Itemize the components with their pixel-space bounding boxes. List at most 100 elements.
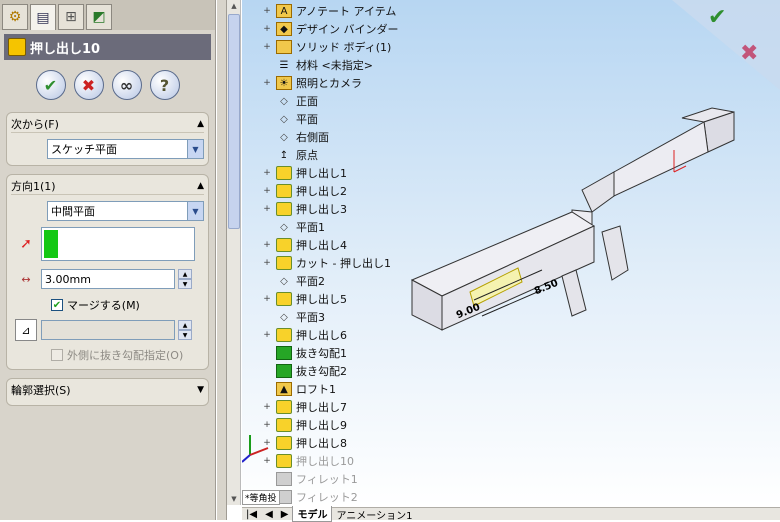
expand-icon[interactable]: + [262,42,272,52]
feature-title: 押し出し10 [30,41,101,57]
tree-item[interactable]: ◇ 平面3 [262,308,325,326]
end-condition-select[interactable]: 中間平面 ▼ [47,201,204,221]
tree-item[interactable]: ◇ 右側面 [262,128,329,146]
chevron-down-icon[interactable]: ▼ [187,202,203,220]
expand-down-icon[interactable]: ▼ [197,385,204,395]
expand-icon[interactable]: + [262,78,272,88]
tree-item[interactable]: ▲ ロフト1 [262,380,336,398]
scroll-down-icon[interactable]: ▼ [227,493,241,505]
nav-first-icon[interactable]: |◀ [242,509,261,520]
configuration-manager-tab[interactable]: ⊞ [58,4,84,30]
spin-up-icon[interactable]: ▲ [178,269,192,279]
checkmark-icon[interactable]: ✔ [51,299,63,311]
tree-item[interactable]: 抜き勾配2 [262,362,347,380]
extrude-icon [276,184,292,198]
tree-item-label: 押し出し10 [296,455,354,468]
tree-item[interactable]: + 押し出し5 [262,290,347,308]
draft-icon [276,346,292,360]
feature-tree-icon: ⚙ [8,9,22,25]
expand-icon[interactable]: + [262,420,272,430]
tree-item[interactable]: + 押し出し8 [262,434,347,452]
depth-input[interactable]: 3.00mm [41,269,175,289]
tree-item[interactable]: + 押し出し2 [262,182,347,200]
from-select-value: スケッチ平面 [51,143,117,156]
tree-item-label: カット - 押し出し1 [296,257,391,270]
tree-item[interactable]: ◇ 平面1 [262,218,325,236]
depth-value: 3.00mm [45,272,91,286]
scroll-up-icon[interactable]: ▲ [227,0,241,12]
merge-checkbox[interactable]: ✔ マージする(M) [51,297,204,313]
tree-item[interactable]: + ◆ デザイン バインダー [262,20,399,38]
tab-animation1[interactable]: アニメーション1 [332,507,416,522]
tree-item[interactable]: + カット - 押し出し1 [262,254,391,272]
tree-item-label: 押し出し6 [296,329,347,342]
direction1-group: 方向1(1) ▲ 中間平面 ▼ ➚ ↔ 3.00mm ▲ ▼ ✔ マージする(M… [6,174,209,370]
tree-item[interactable]: + 押し出し4 [262,236,347,254]
expand-icon[interactable]: + [262,168,272,178]
depth-spinner[interactable]: ▲ ▼ [178,269,192,289]
scroll-thumb[interactable] [228,14,240,229]
extrude-icon [276,292,292,306]
vertical-scrollbar[interactable]: ▲ ▼ [227,0,241,505]
expand-icon[interactable]: + [262,438,272,448]
expand-icon[interactable]: + [262,6,272,16]
display-icon: ◩ [92,9,106,25]
display-manager-tab[interactable]: ◩ [86,4,112,30]
tree-item[interactable]: + 押し出し1 [262,164,347,182]
tree-item[interactable]: + 押し出し6 [262,326,347,344]
tree-item[interactable]: + 押し出し9 [262,416,347,434]
cancel-button[interactable]: ✖ [73,70,104,100]
tree-item[interactable]: フィレット1 [262,470,358,488]
expand-icon[interactable]: + [262,294,272,304]
ok-button[interactable]: ✔ [35,70,66,100]
expand-icon[interactable]: + [262,330,272,340]
property-manager-tab[interactable]: ▤ [30,4,56,30]
tree-item[interactable]: + A アノテート アイテム [262,2,396,20]
origin-icon: ↥ [279,149,289,161]
expand-icon[interactable]: + [262,456,272,466]
nav-prev-icon[interactable]: ◀ [261,509,277,520]
plane-icon: ◇ [280,221,288,233]
direction1-header[interactable]: 方向1(1) ▲ [11,177,204,195]
tree-item[interactable]: 抜き勾配1 [262,344,347,362]
from-group-title: 次から(F) [11,117,59,131]
direction-reference-box[interactable] [41,227,195,261]
tree-item-label: 原点 [296,149,318,162]
direction-arrow-icon[interactable]: ➚ [11,232,41,256]
tree-item-label: 押し出し2 [296,185,347,198]
tree-item[interactable]: ☰ 材料 <未指定> [262,56,373,74]
tree-item[interactable]: + 押し出し7 [262,398,347,416]
draft-toggle-icon[interactable]: ⊿ [15,319,37,341]
collapse-up-icon[interactable]: ▲ [197,119,204,129]
expand-icon[interactable]: + [262,186,272,196]
feature-manager-tab[interactable]: ⚙ [2,4,28,30]
chevron-down-icon[interactable]: ▼ [187,140,203,158]
expand-icon[interactable]: + [262,24,272,34]
from-select[interactable]: スケッチ平面 ▼ [47,139,204,159]
spin-down-icon[interactable]: ▼ [178,279,192,289]
collapse-up-icon[interactable]: ▲ [197,181,204,191]
tree-item-label: 抜き勾配2 [296,365,347,378]
tree-item[interactable]: + ☀ 照明とカメラ [262,74,362,92]
corner-cancel-icon: ✖ [740,41,758,66]
expand-icon[interactable]: + [262,204,272,214]
expand-icon[interactable]: + [262,402,272,412]
end-condition-value: 中間平面 [51,205,95,218]
from-group-header[interactable]: 次から(F) ▲ [11,115,204,133]
tree-item[interactable]: ↥ 原点 [262,146,318,164]
tree-item[interactable]: + ソリッド ボディ(1) [262,38,391,56]
tree-item[interactable]: ◇ 平面 [262,110,318,128]
preview-button[interactable]: ∞ [111,70,142,100]
help-button[interactable]: ? [149,70,180,100]
nav-next-icon[interactable]: ▶ [277,509,293,520]
tree-item[interactable]: + 押し出し10 [262,452,354,470]
corner-ok-icon: ✔ [708,5,726,30]
expand-icon[interactable]: + [262,240,272,250]
panel-splitter[interactable] [217,0,227,520]
tree-item[interactable]: + 押し出し3 [262,200,347,218]
tree-item[interactable]: ◇ 正面 [262,92,318,110]
expand-icon[interactable]: + [262,258,272,268]
tree-item[interactable]: ◇ 平面2 [262,272,325,290]
checkbox-icon [51,349,63,361]
contour-header[interactable]: 輪郭選択(S) ▼ [11,381,204,399]
